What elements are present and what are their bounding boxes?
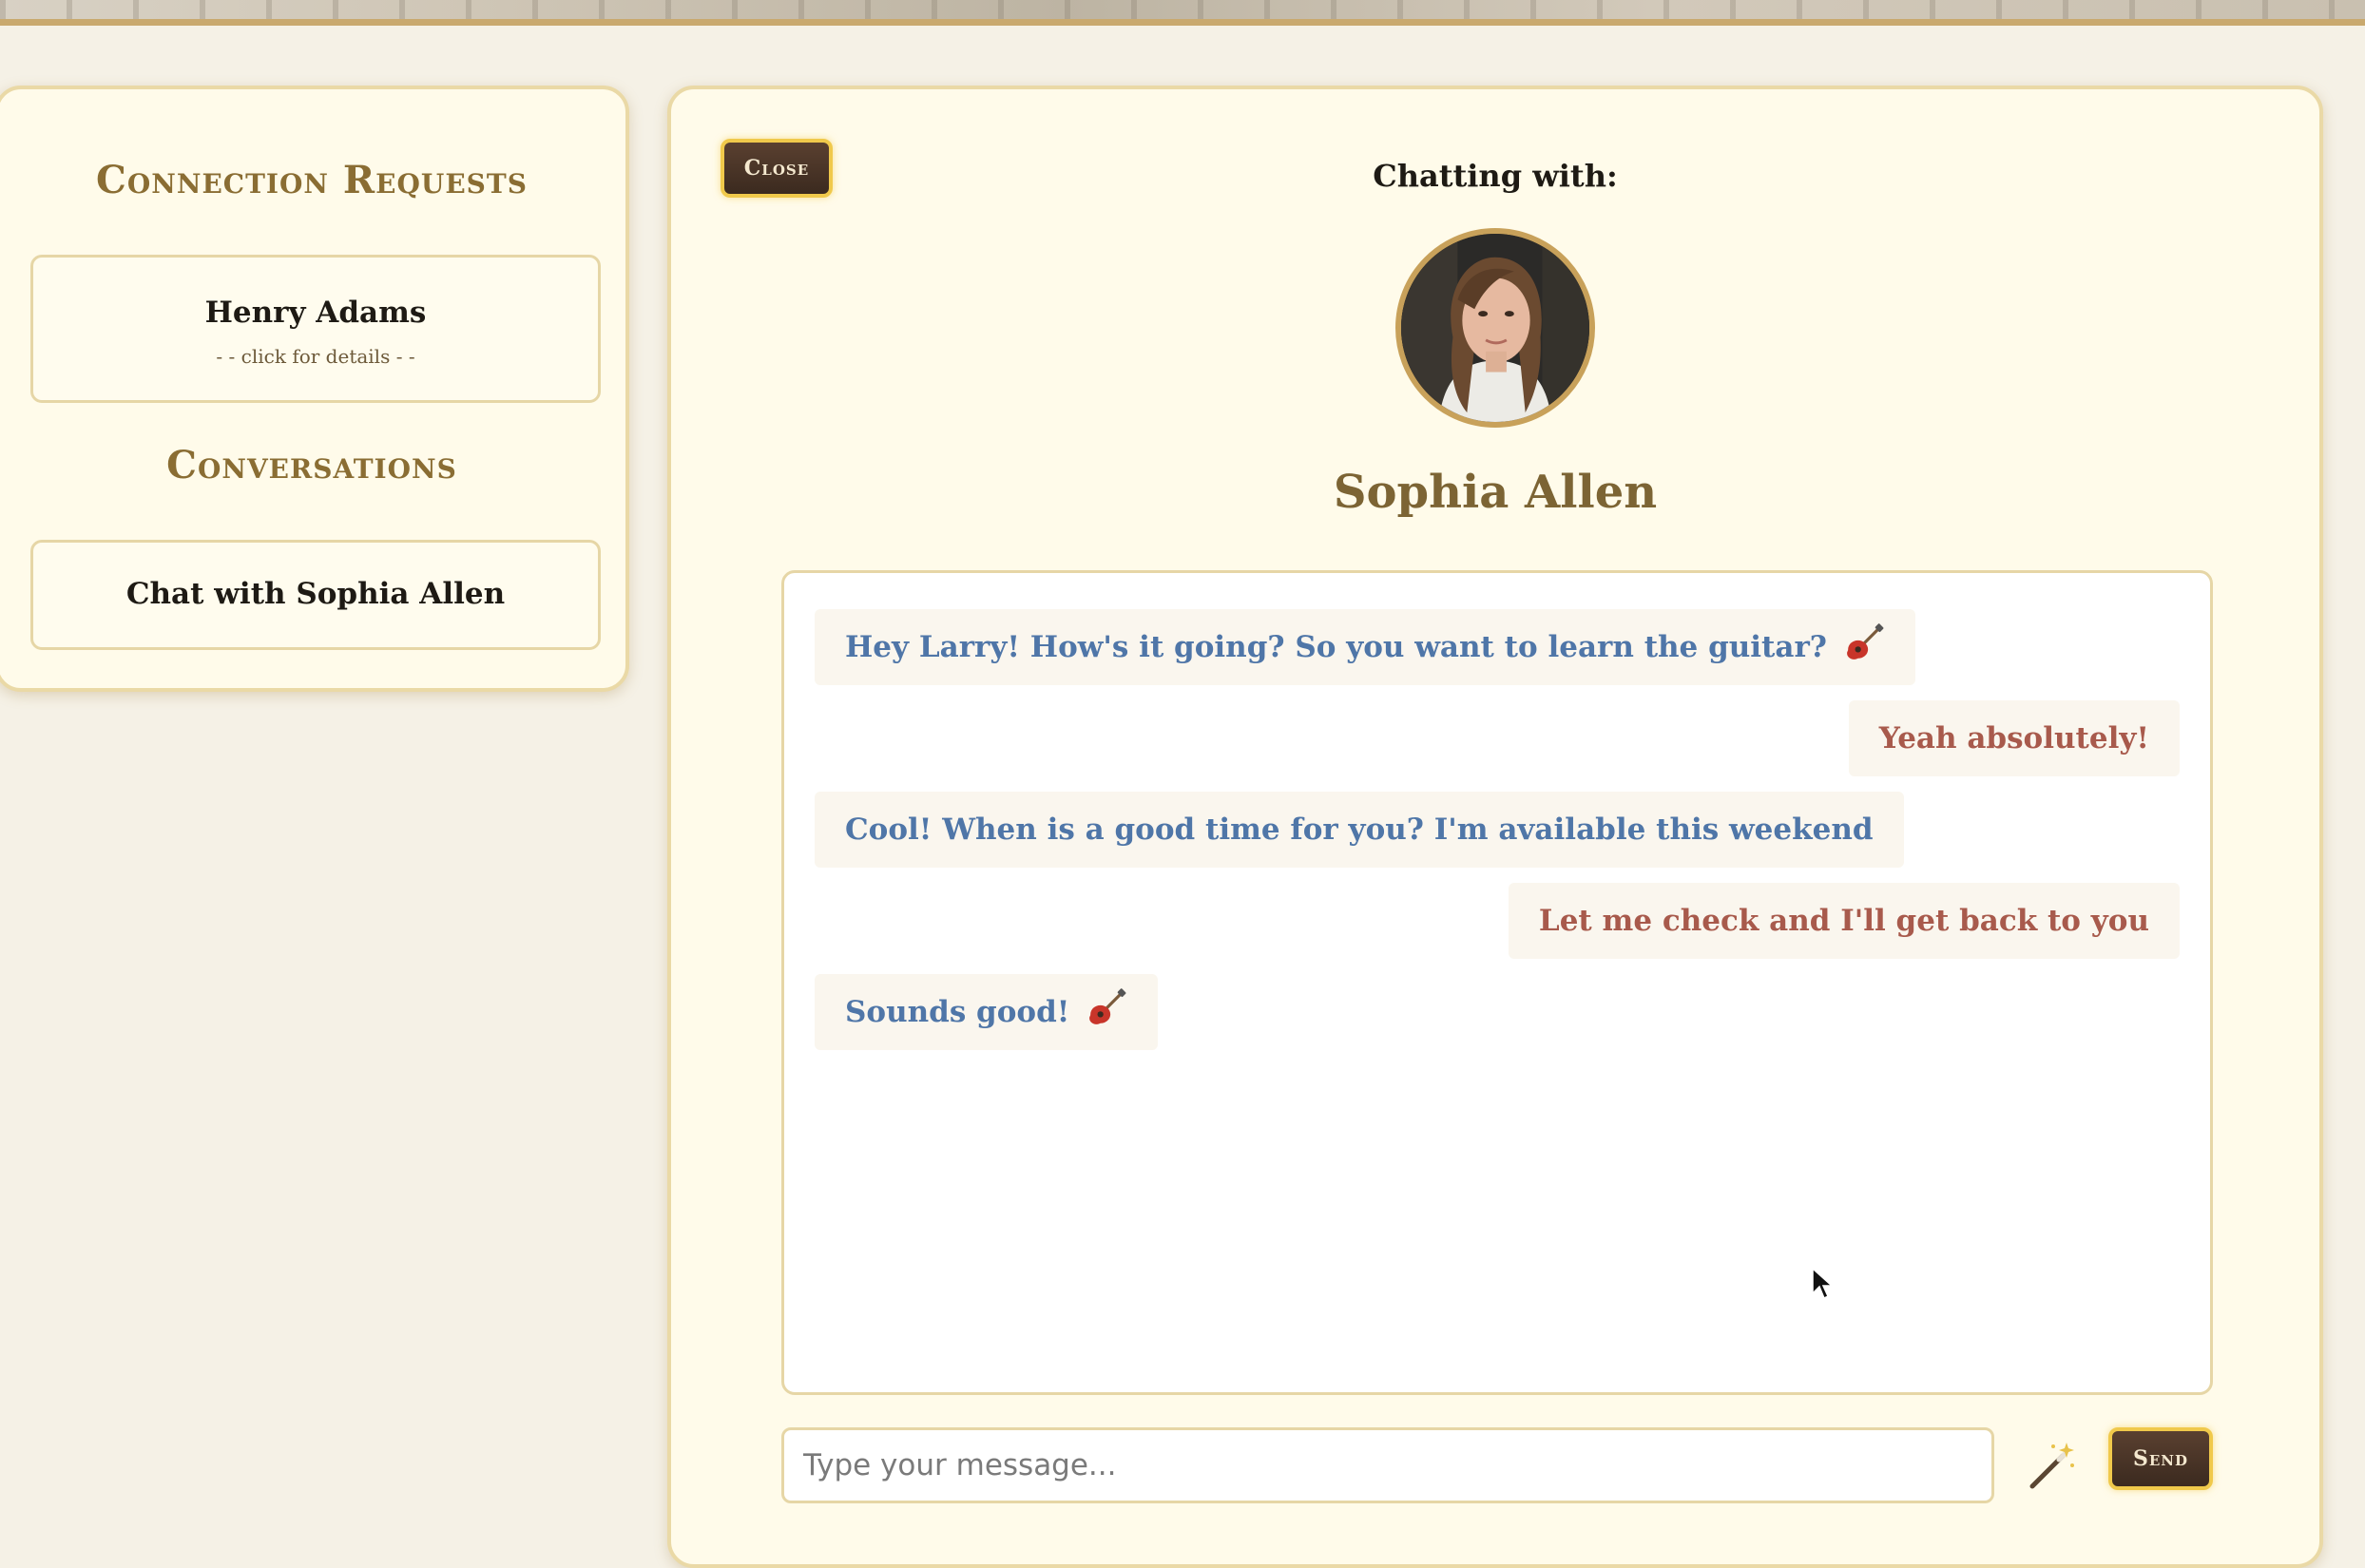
message-sent: Yeah absolutely! <box>1848 700 2180 776</box>
avatar <box>1395 228 1595 428</box>
message-text: Let me check and I'll get back to you <box>1538 904 2149 938</box>
message-text: Yeah absolutely! <box>1878 721 2149 755</box>
message-received: Hey Larry! How's it going? So you want t… <box>815 609 1915 685</box>
conversation-card[interactable]: Chat with Sophia Allen <box>30 540 601 650</box>
mouse-cursor-icon <box>1812 1267 1834 1300</box>
chat-panel: Close Chatting with: Sophia Allen Hey La… <box>667 86 2323 1568</box>
request-name: Henry Adams <box>204 296 427 330</box>
message-list[interactable]: Hey Larry! How's it going? So you want t… <box>781 570 2213 1395</box>
message-received: Sounds good! <box>815 974 1159 1050</box>
message-text: Sounds good! <box>845 995 1070 1029</box>
guitar-icon <box>1846 623 1884 660</box>
message-received: Cool! When is a good time for you? I'm a… <box>815 792 1904 868</box>
chatting-with-label: Chatting with: <box>1373 158 1618 194</box>
message-input[interactable] <box>781 1427 1994 1503</box>
contact-name: Sophia Allen <box>1333 466 1658 519</box>
message-sent: Let me check and I'll get back to you <box>1508 883 2180 959</box>
send-button[interactable]: Send <box>2108 1427 2213 1490</box>
sidebar-panel: Connection Requests Henry Adams - - clic… <box>0 86 629 692</box>
conversations-title: Conversations <box>166 443 457 488</box>
guitar-icon <box>1089 988 1126 1024</box>
message-text: Cool! When is a good time for you? I'm a… <box>845 813 1874 847</box>
magic-wand-icon[interactable] <box>2025 1439 2078 1492</box>
connection-request-card[interactable]: Henry Adams - - click for details - - <box>30 255 601 403</box>
conversation-label: Chat with Sophia Allen <box>125 577 506 611</box>
connection-requests-title: Connection Requests <box>96 158 528 202</box>
request-hint: - - click for details - - <box>216 345 415 368</box>
message-text: Hey Larry! How's it going? So you want t… <box>845 630 1827 664</box>
top-banner <box>0 0 2365 26</box>
avatar-portrait <box>1401 234 1589 422</box>
